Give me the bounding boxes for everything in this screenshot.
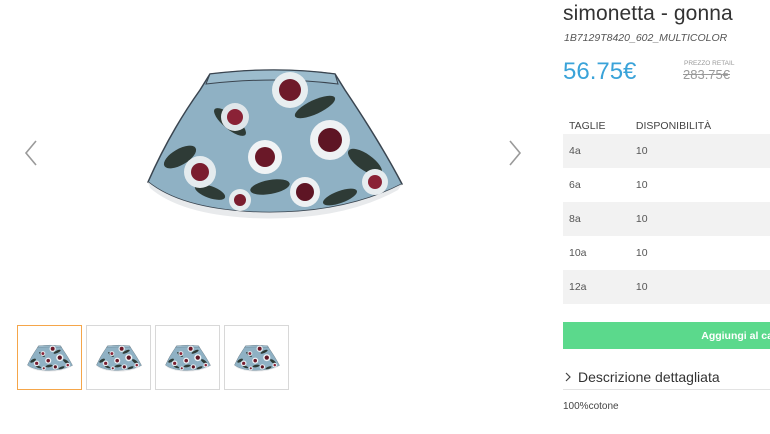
- size-cell: 10a: [569, 247, 587, 259]
- description-text: 100%cotone: [563, 401, 619, 412]
- product-title: simonetta - gonna: [563, 2, 733, 25]
- availability-cell: 10: [635, 134, 770, 168]
- description-toggle-label: Descrizione dettagliata: [578, 368, 720, 385]
- table-row[interactable]: 8a 10: [563, 202, 770, 236]
- availability-cell: 10: [635, 270, 770, 304]
- chevron-right-icon[interactable]: [506, 138, 524, 168]
- product-main-image: [140, 62, 410, 222]
- thumbnail-image: [233, 343, 281, 373]
- product-info: simonetta - gonna 1B7129T8420_602_MULTIC…: [563, 0, 770, 434]
- table-row[interactable]: 10a 10: [563, 236, 770, 270]
- availability-cell: 10: [635, 247, 648, 259]
- thumbnail-1[interactable]: [17, 325, 82, 390]
- chevron-right-icon: [565, 372, 571, 381]
- size-cell: 12a: [563, 270, 636, 304]
- column-header-availability: DISPONIBILITÀ: [635, 120, 712, 132]
- size-cell: 8a: [563, 202, 636, 236]
- table-row[interactable]: 12a 10: [563, 270, 770, 304]
- product-price: 56.75€: [563, 58, 637, 85]
- column-header-size: TAGLIE: [569, 120, 606, 132]
- thumbnail-image: [95, 343, 143, 373]
- thumbnail-3[interactable]: [155, 325, 220, 390]
- size-cell: 4a: [563, 134, 636, 168]
- table-header-row: TAGLIE DISPONIBILITÀ: [563, 114, 770, 134]
- retail-price-label: PREZZO RETAIL: [684, 60, 735, 67]
- table-row[interactable]: 4a 10: [563, 134, 770, 168]
- description-toggle[interactable]: Descrizione dettagliata: [563, 364, 770, 390]
- table-row[interactable]: 6a 10: [563, 168, 770, 202]
- thumbnail-strip: [17, 325, 289, 390]
- thumbnail-image: [164, 343, 212, 373]
- size-cell: 6a: [569, 179, 581, 191]
- add-to-cart-button[interactable]: Aggiungi al ca: [563, 322, 770, 349]
- thumbnail-4[interactable]: [224, 325, 289, 390]
- product-gallery: [0, 0, 560, 434]
- chevron-left-icon[interactable]: [22, 138, 40, 168]
- thumbnail-image: [26, 343, 74, 373]
- availability-cell: 10: [635, 202, 770, 236]
- thumbnail-2[interactable]: [86, 325, 151, 390]
- size-availability-table: TAGLIE DISPONIBILITÀ 4a 10 6a 10 8a 10 1…: [563, 114, 770, 304]
- retail-price: 283.75€: [683, 67, 730, 82]
- availability-cell: 10: [635, 179, 648, 191]
- product-sku: 1B7129T8420_602_MULTICOLOR: [564, 32, 728, 44]
